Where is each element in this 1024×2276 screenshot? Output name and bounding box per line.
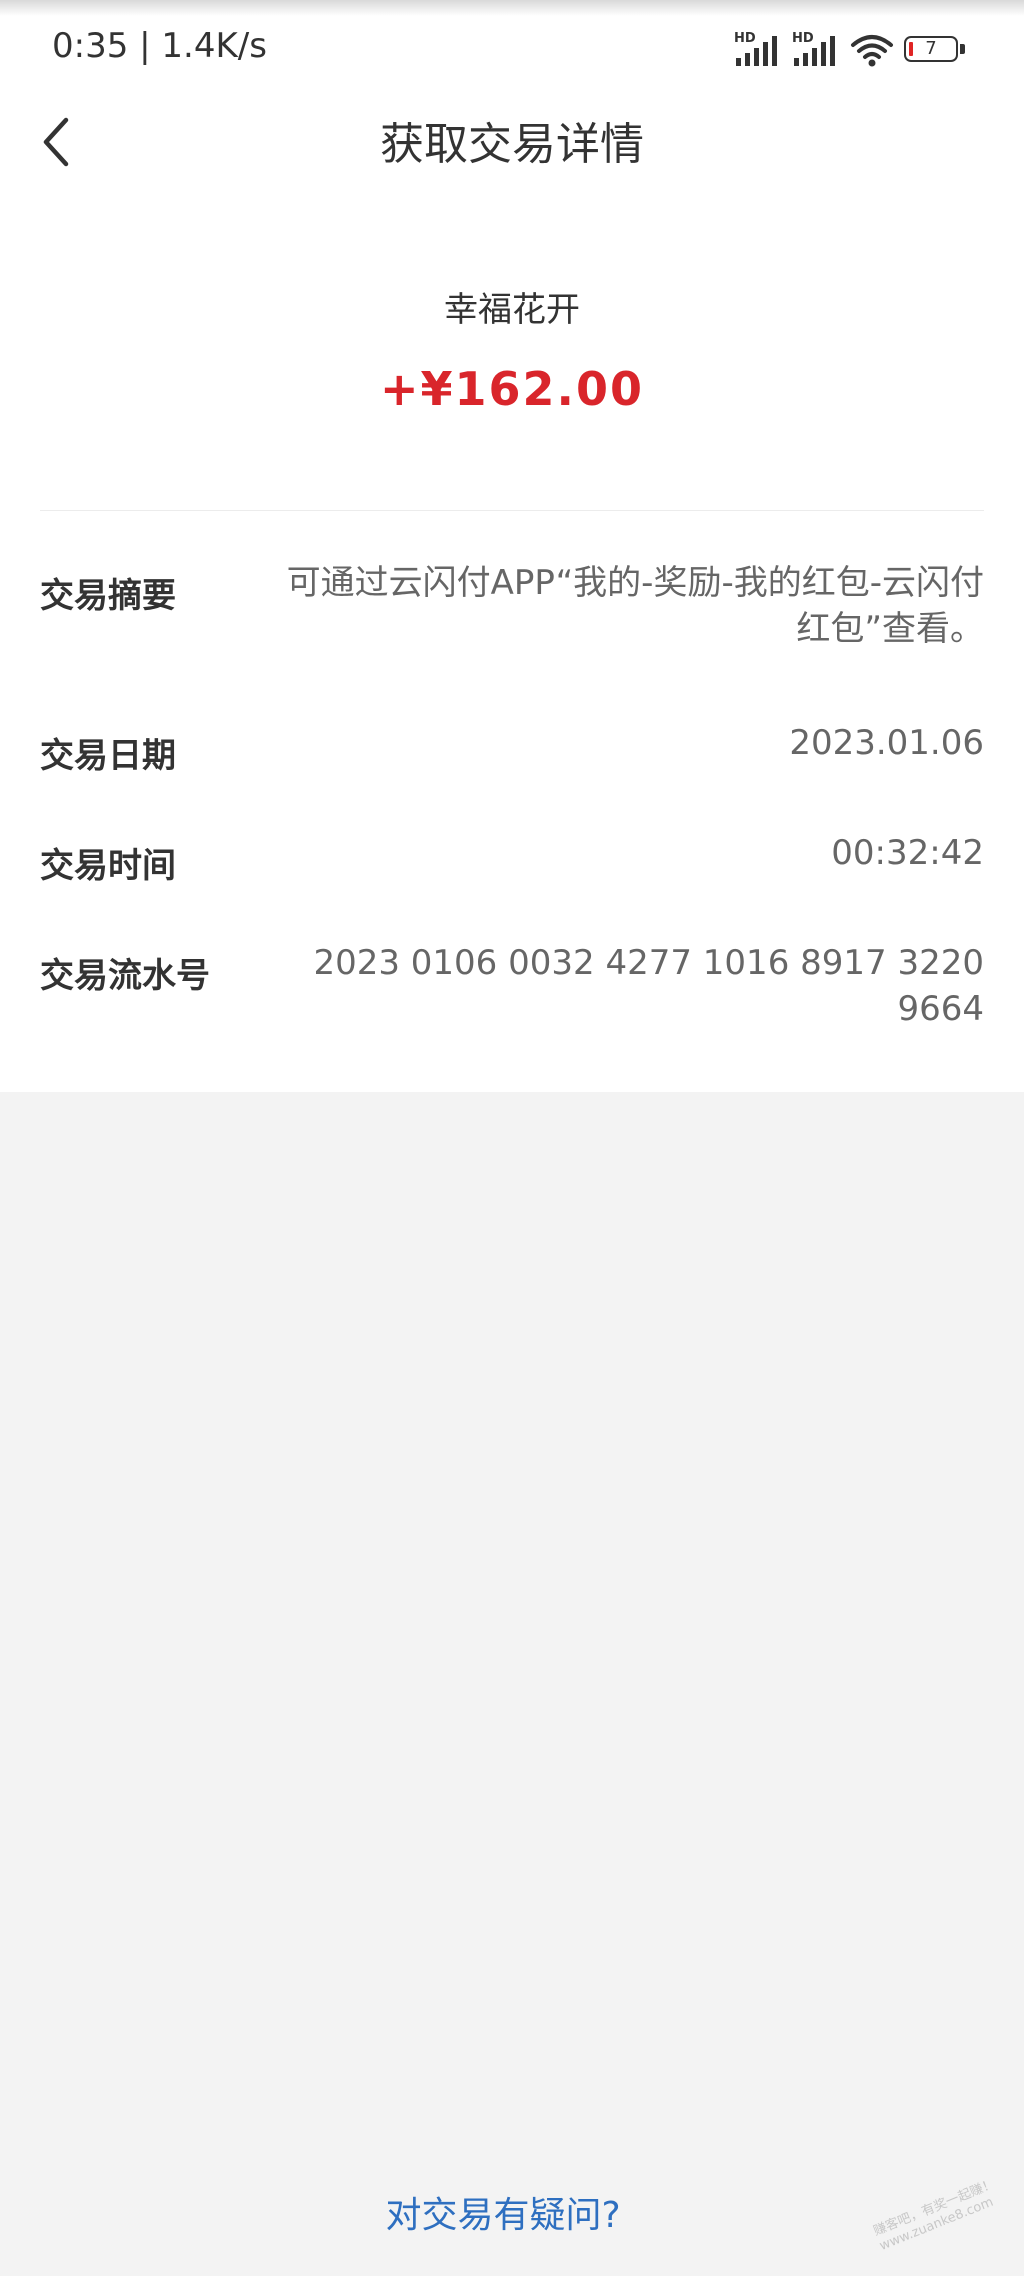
summary-label: 交易摘要: [40, 576, 176, 616]
serial-value: 2023 0106 0032 4277 1016 8917 3220 9664: [313, 943, 984, 1029]
serial-label: 交易流水号: [40, 956, 210, 996]
detail-row-summary: 交易摘要 可通过云闪付APP“我的-奖励-我的红包-云闪付红包”查看。: [40, 563, 984, 666]
page-title: 获取交易详情: [380, 119, 644, 170]
transaction-amount: +¥162.00: [379, 362, 645, 416]
time-value: 00:32:42: [831, 833, 984, 873]
detail-row-date: 交易日期 2023.01.06: [40, 723, 984, 776]
status-icons: HD HD 7: [734, 28, 966, 68]
divider: [40, 510, 984, 511]
date-label: 交易日期: [40, 736, 176, 776]
detail-row-time: 交易时间 00:32:42: [40, 833, 984, 886]
top-shade: [0, 0, 1024, 16]
signal-icon: HD: [734, 32, 782, 68]
detail-row-serial: 交易流水号 2023 0106 0032 4277 1016 8917 3220…: [40, 943, 984, 1046]
battery-level-text: 7: [925, 38, 937, 59]
battery-icon: 7: [904, 36, 966, 66]
signal-icon-2: HD: [792, 32, 840, 68]
transaction-question-link[interactable]: 对交易有疑问?: [0, 2186, 1006, 2238]
wifi-icon: [851, 35, 893, 67]
date-value: 2023.01.06: [789, 723, 984, 763]
time-label: 交易时间: [40, 846, 176, 886]
summary-value: 可通过云闪付APP“我的-奖励-我的红包-云闪付红包”查看。: [286, 563, 984, 649]
status-time: 0:35 | 1.4K/s: [52, 26, 267, 66]
merchant-name: 幸福花开: [444, 290, 580, 330]
transaction-detail-screen: 0:35 | 1.4K/s HD HD 7 获取交易详情 幸福花开 +¥162.…: [0, 0, 1024, 2276]
detail-card: 0:35 | 1.4K/s HD HD 7 获取交易详情 幸福花开 +¥162.…: [0, 0, 1024, 1092]
